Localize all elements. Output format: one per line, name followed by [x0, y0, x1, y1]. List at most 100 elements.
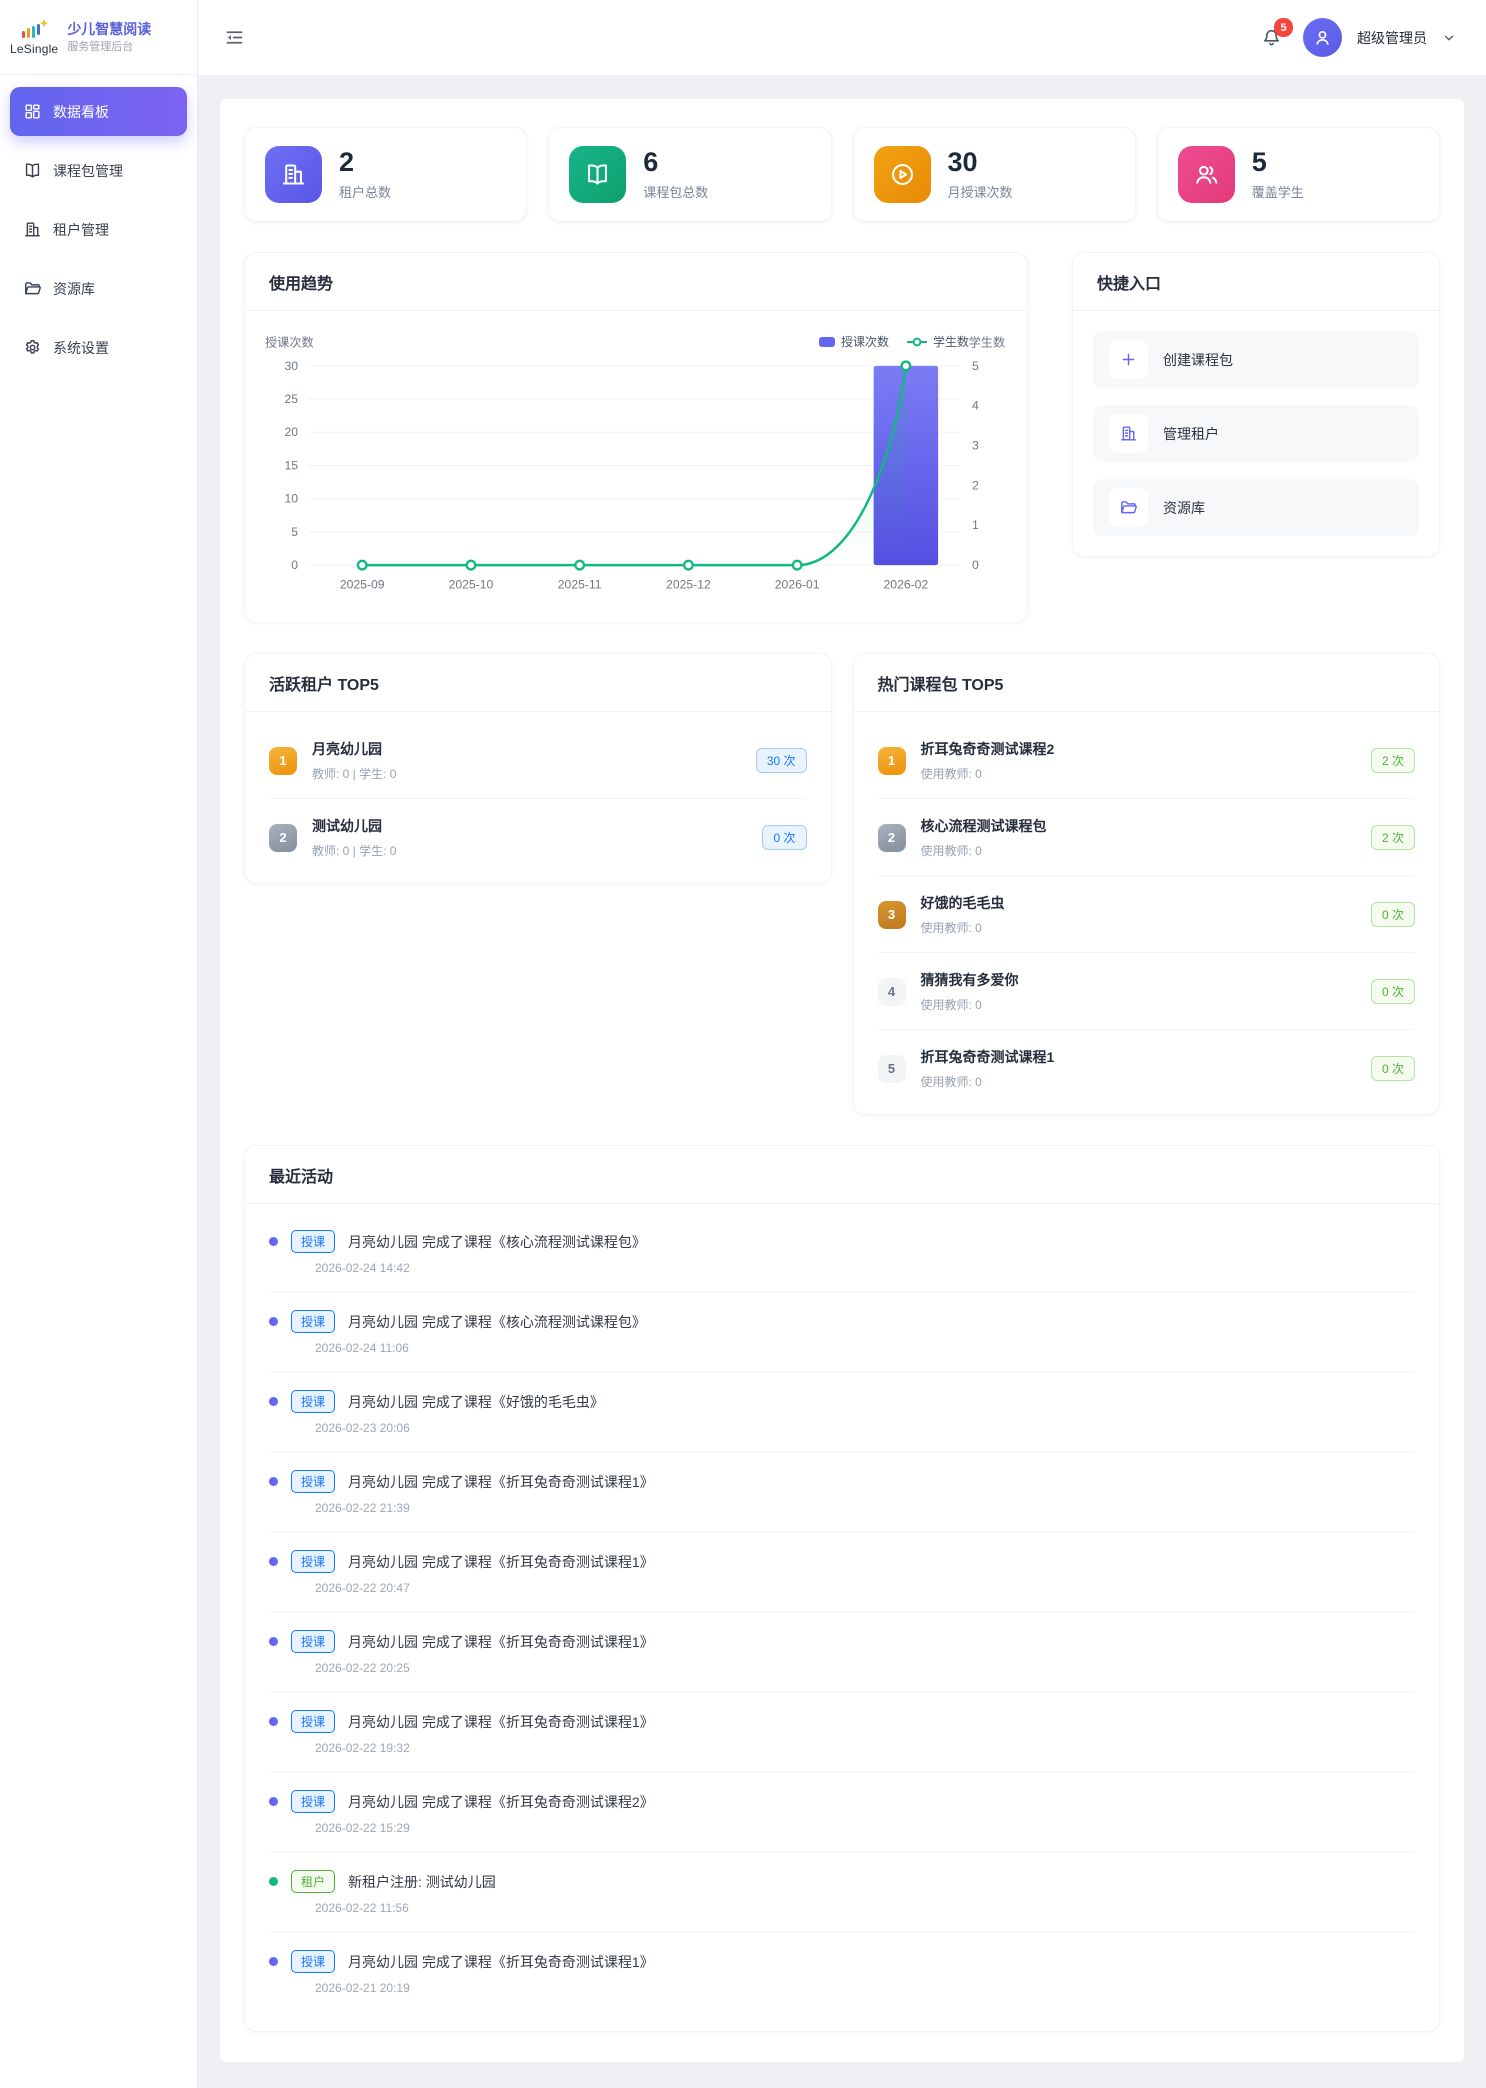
- activity-dot: [269, 1237, 278, 1246]
- main-area: 5 超级管理员: [198, 0, 1486, 2088]
- package-name: 折耳兔奇奇测试课程2: [921, 739, 1055, 759]
- user-name[interactable]: 超级管理员: [1357, 28, 1427, 48]
- package-meta: 使用教师: 0: [921, 765, 1055, 782]
- svg-text:2025-12: 2025-12: [666, 578, 711, 592]
- activity-tag: 授课: [291, 1390, 335, 1413]
- rank-badge: 3: [878, 901, 906, 929]
- book-icon: [569, 146, 626, 203]
- users-icon: [1178, 146, 1235, 203]
- quick-access-item[interactable]: 管理租户: [1093, 405, 1419, 462]
- gear-icon: [23, 338, 42, 357]
- brand-area: LeSingle 少儿智慧阅读 服务管理后台: [0, 0, 197, 75]
- rank-badge: 4: [878, 978, 906, 1006]
- stat-card: 30 月授课次数: [853, 127, 1136, 222]
- activity-dot: [269, 1317, 278, 1326]
- sidebar-item[interactable]: 系统设置: [10, 323, 187, 372]
- sidebar-item[interactable]: 数据看板: [10, 87, 187, 136]
- usage-trend-card: 使用趋势 授课次数学生数 051015202530012345授课次数学生数20…: [244, 252, 1028, 623]
- stat-label: 课程包总数: [643, 182, 708, 201]
- stat-card: 6 课程包总数: [548, 127, 831, 222]
- svg-text:1: 1: [972, 518, 979, 532]
- user-avatar[interactable]: [1303, 18, 1342, 57]
- usage-trend-chart: 051015202530012345授课次数学生数2025-092025-102…: [259, 319, 1013, 610]
- svg-text:30: 30: [285, 359, 299, 373]
- notification-bell-icon[interactable]: 5: [1261, 27, 1282, 48]
- package-meta: 使用教师: 0: [921, 1073, 1055, 1090]
- rank-badge: 5: [878, 1055, 906, 1083]
- sidebar-item[interactable]: 资源库: [10, 264, 187, 313]
- chevron-down-icon[interactable]: [1442, 31, 1456, 45]
- dashboard-icon: [23, 102, 42, 121]
- svg-text:2025-11: 2025-11: [558, 578, 602, 592]
- plus-icon: [1109, 340, 1148, 379]
- usage-trend-body: 授课次数学生数 051015202530012345授课次数学生数2025-09…: [245, 311, 1027, 622]
- svg-text:0: 0: [972, 558, 979, 572]
- package-row: 4 猜猜我有多爱你 使用教师: 0 0 次: [878, 953, 1416, 1030]
- folder-icon: [1109, 488, 1148, 527]
- lesingle-logo-icon: [19, 19, 49, 41]
- activity-text: 月亮幼儿园 完成了课程《核心流程测试课程包》: [348, 1232, 646, 1252]
- header-right: 5 超级管理员: [1261, 18, 1456, 57]
- sidebar-item-label: 租户管理: [53, 220, 109, 240]
- package-row: 2 核心流程测试课程包 使用教师: 0 2 次: [878, 799, 1416, 876]
- package-row: 1 折耳兔奇奇测试课程2 使用教师: 0 2 次: [878, 722, 1416, 799]
- active-tenants-title: 活跃租户 TOP5: [245, 654, 831, 712]
- activity-row: 授课 月亮幼儿园 完成了课程《折耳兔奇奇测试课程1》 2026-02-21 20…: [269, 1932, 1415, 2011]
- package-count-badge: 0 次: [1371, 902, 1415, 927]
- legend-item-bar[interactable]: 授课次数: [819, 333, 889, 350]
- activity-time: 2026-02-22 15:29: [315, 1821, 1415, 1835]
- activity-row: 授课 月亮幼儿园 完成了课程《折耳兔奇奇测试课程1》 2026-02-22 21…: [269, 1452, 1415, 1532]
- stat-card: 2 租户总数: [244, 127, 527, 222]
- quick-access-label: 资源库: [1163, 498, 1205, 518]
- activity-tag: 授课: [291, 1790, 335, 1813]
- recent-activity-list: 授课 月亮幼儿园 完成了课程《核心流程测试课程包》 2026-02-24 14:…: [245, 1204, 1439, 2031]
- legend-item-line[interactable]: 学生数: [907, 333, 969, 350]
- svg-text:2026-01: 2026-01: [775, 578, 820, 592]
- activity-text: 月亮幼儿园 完成了课程《好饿的毛毛虫》: [348, 1392, 604, 1412]
- quick-access-list: 创建课程包 管理租户 资源库: [1073, 311, 1439, 556]
- svg-text:15: 15: [285, 458, 299, 472]
- package-row: 3 好饿的毛毛虫 使用教师: 0 0 次: [878, 876, 1416, 953]
- sidebar-item-label: 资源库: [53, 279, 95, 299]
- package-meta: 使用教师: 0: [921, 842, 1047, 859]
- tenant-row: 1 月亮幼儿园 教师: 0 | 学生: 0 30 次: [269, 722, 807, 799]
- svg-text:3: 3: [972, 438, 979, 452]
- brand-logo: LeSingle: [10, 19, 58, 56]
- stat-label: 租户总数: [339, 182, 391, 201]
- activity-row: 授课 月亮幼儿园 完成了课程《折耳兔奇奇测试课程2》 2026-02-22 15…: [269, 1772, 1415, 1852]
- recent-activity-card: 最近活动 授课 月亮幼儿园 完成了课程《核心流程测试课程包》 2026-02-2…: [244, 1145, 1440, 2032]
- stat-label: 覆盖学生: [1252, 182, 1304, 201]
- collapse-sidebar-icon[interactable]: [224, 27, 245, 48]
- activity-tag: 授课: [291, 1310, 335, 1333]
- stat-value: 6: [643, 148, 708, 176]
- activity-dot: [269, 1797, 278, 1806]
- svg-text:0: 0: [291, 558, 298, 572]
- quick-access-card: 快捷入口 创建课程包 管理租户: [1072, 252, 1440, 557]
- brand-text: 少儿智慧阅读 服务管理后台: [67, 20, 151, 55]
- activity-time: 2026-02-22 20:47: [315, 1581, 1415, 1595]
- tenant-meta: 教师: 0 | 学生: 0: [312, 842, 396, 859]
- stat-value: 30: [948, 148, 1013, 176]
- activity-tag: 授课: [291, 1550, 335, 1573]
- sidebar-item[interactable]: 课程包管理: [10, 146, 187, 195]
- svg-text:2025-10: 2025-10: [449, 578, 494, 592]
- hot-packages-card: 热门课程包 TOP5 1 折耳兔奇奇测试课程2 使用教师: 0: [853, 653, 1441, 1115]
- package-name: 折耳兔奇奇测试课程1: [921, 1047, 1055, 1067]
- svg-text:5: 5: [291, 525, 298, 539]
- sidebar-item[interactable]: 租户管理: [10, 205, 187, 254]
- quick-access-label: 创建课程包: [1163, 350, 1233, 370]
- legend-line-marker-icon: [907, 337, 927, 347]
- tenant-row: 2 测试幼儿园 教师: 0 | 学生: 0 0 次: [269, 799, 807, 875]
- legend-label: 学生数: [933, 333, 969, 350]
- activity-row: 租户 新租户注册: 测试幼儿园 2026-02-22 11:56: [269, 1852, 1415, 1932]
- brand-title: 少儿智慧阅读: [67, 20, 151, 39]
- svg-text:20: 20: [285, 425, 299, 439]
- svg-text:授课次数: 授课次数: [265, 334, 314, 349]
- package-name: 好饿的毛毛虫: [921, 893, 1005, 913]
- package-meta: 使用教师: 0: [921, 919, 1005, 936]
- quick-access-item[interactable]: 创建课程包: [1093, 331, 1419, 388]
- activity-dot: [269, 1717, 278, 1726]
- activity-text: 新租户注册: 测试幼儿园: [348, 1872, 496, 1892]
- quick-access-item[interactable]: 资源库: [1093, 479, 1419, 536]
- stat-card: 5 覆盖学生: [1157, 127, 1440, 222]
